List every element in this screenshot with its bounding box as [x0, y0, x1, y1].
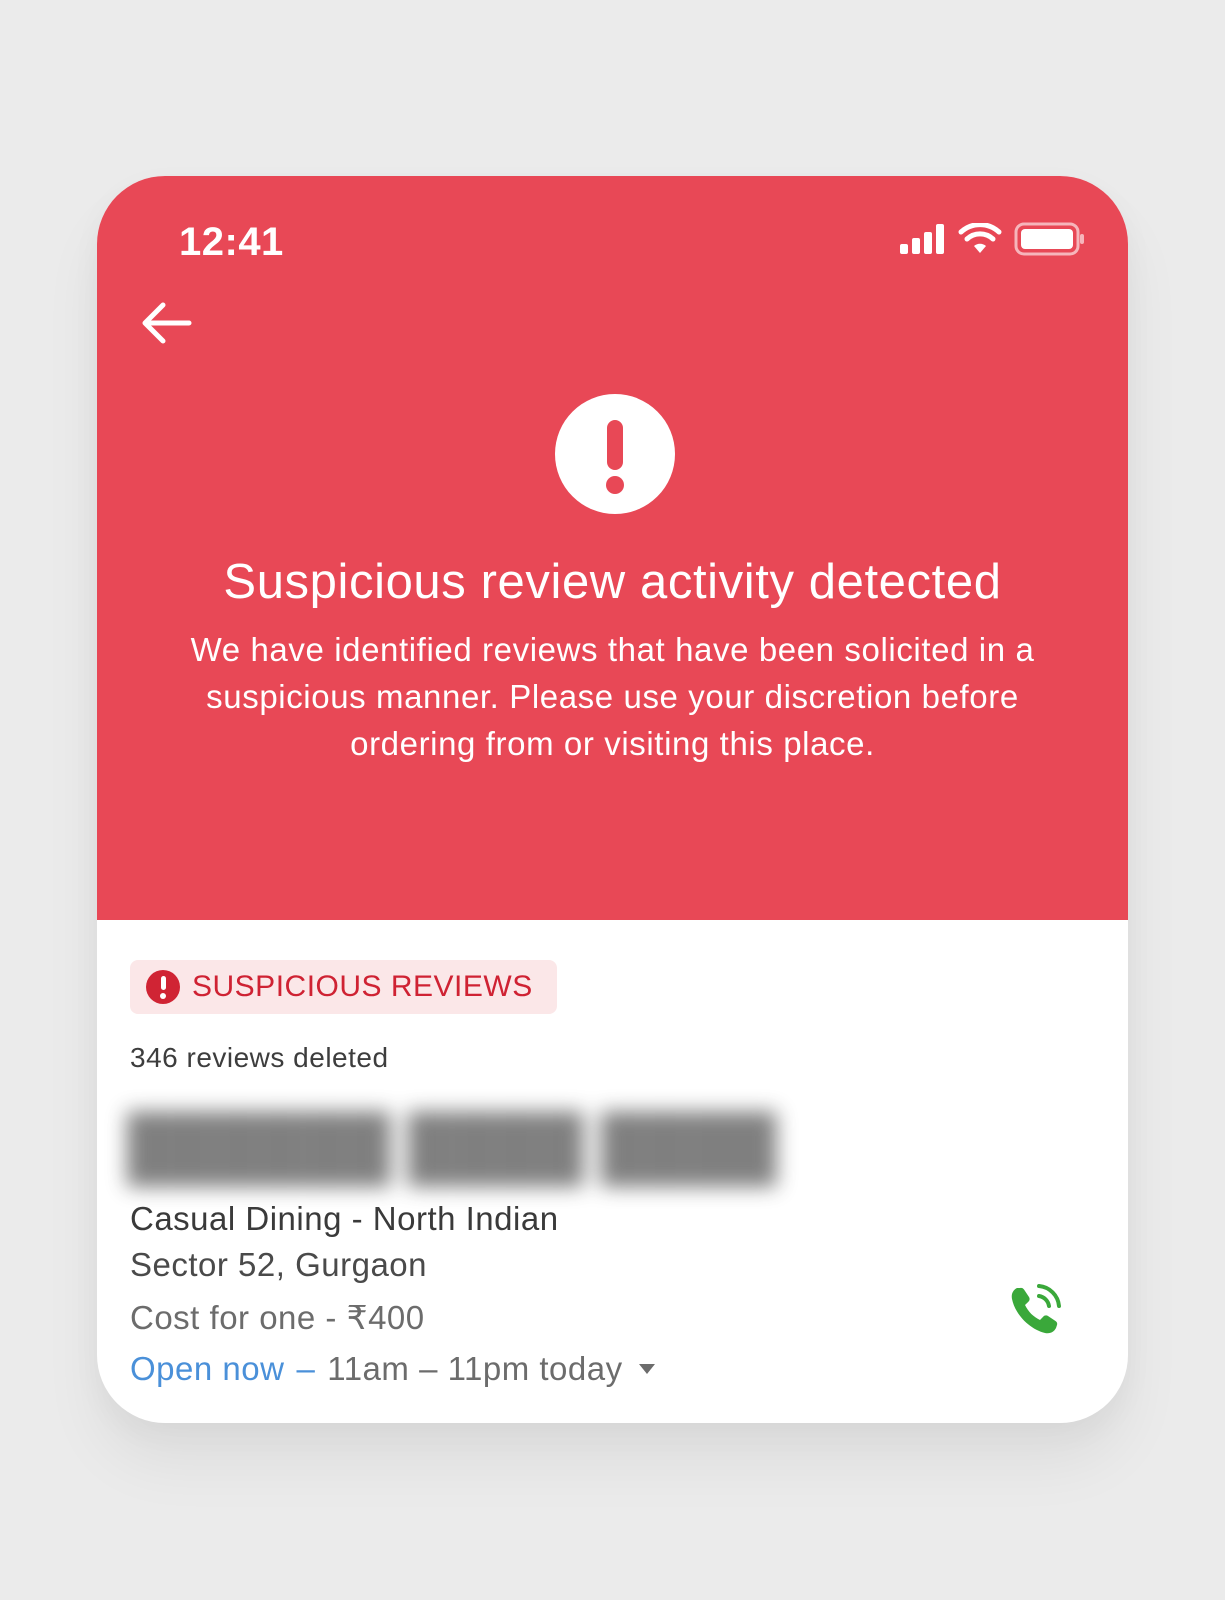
restaurant-details: SUSPICIOUS REVIEWS 346 reviews deleted █…: [97, 920, 1128, 1423]
call-button[interactable]: [1003, 1278, 1067, 1342]
exclamation-circle-icon: [555, 394, 675, 514]
restaurant-card: 12:41 Suspicious review activity detecte…: [97, 176, 1128, 1423]
warning-banner: 12:41 Suspicious review activity detecte…: [97, 176, 1128, 920]
warning-description: We have identified reviews that have bee…: [190, 631, 1035, 762]
cost-text: Cost for one - ₹400: [130, 1299, 425, 1336]
status-badge: SUSPICIOUS REVIEWS: [130, 960, 557, 1014]
open-status: Open now: [130, 1350, 285, 1387]
battery-icon: [1014, 222, 1084, 256]
warning-title: Suspicious review activity detected: [223, 555, 1002, 609]
status-time: 12:41: [179, 220, 284, 264]
badge-label: SUSPICIOUS REVIEWS: [192, 970, 533, 1003]
cuisine-text: Casual Dining - North Indian: [130, 1200, 559, 1237]
deleted-reviews-count: 346 reviews deleted: [130, 1042, 389, 1073]
phone-call-icon: [1011, 1284, 1061, 1334]
arrow-left-icon: [142, 302, 192, 344]
hours-text: 11am – 11pm today: [327, 1350, 623, 1387]
restaurant-name-redacted: ██████ ████ ████: [127, 1113, 777, 1182]
cellular-signal-icon: [900, 224, 944, 254]
exclamation-circle-icon: [146, 970, 180, 1004]
hours-separator: –: [296, 1350, 316, 1387]
wifi-icon: [958, 223, 1002, 253]
caret-down-icon: [638, 1364, 655, 1374]
opening-hours-dropdown[interactable]: Open now – 11am – 11pm today: [130, 1350, 655, 1388]
back-button[interactable]: [135, 296, 197, 350]
status-icons: [898, 222, 1086, 256]
locality-text: Sector 52, Gurgaon: [130, 1246, 428, 1283]
